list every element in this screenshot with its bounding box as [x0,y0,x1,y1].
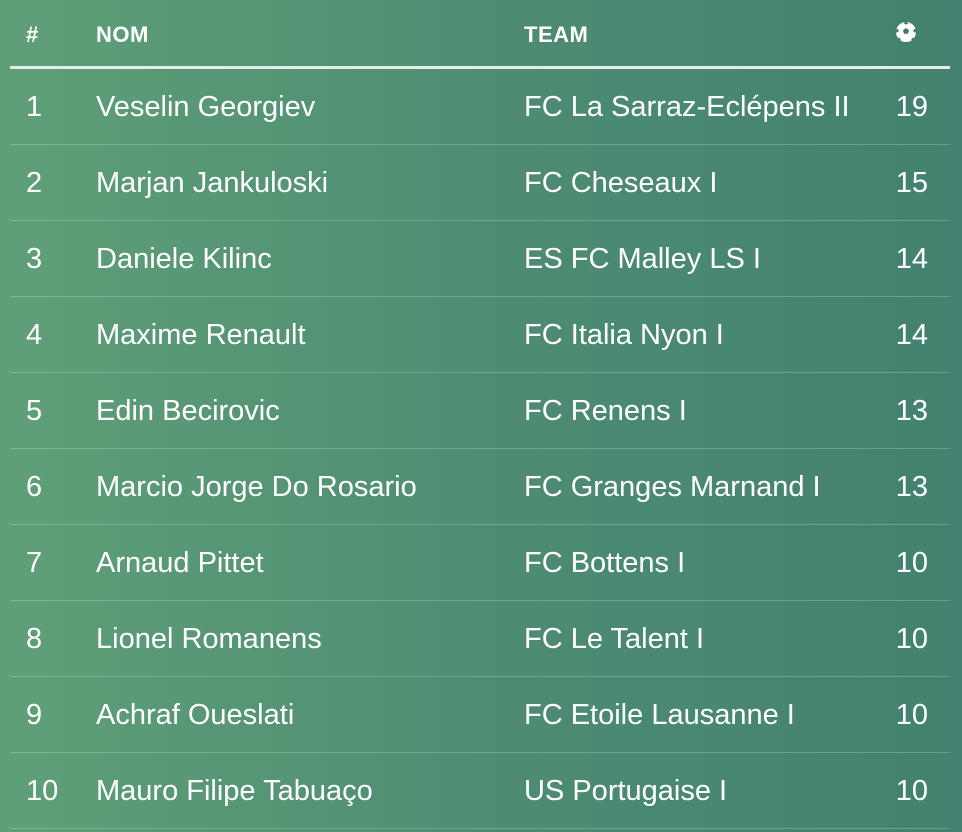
row-goals: 10 [895,623,928,655]
table-row: 9 Achraf Oueslati FC Etoile Lausanne I 10 [10,677,950,753]
row-player-name: Veselin Georgiev [96,91,316,123]
row-team: FC Renens I [524,395,687,427]
row-team: US Portugaise I [524,775,728,807]
row-rank: 10 [26,775,59,807]
row-rank: 5 [26,395,43,427]
row-player-name: Arnaud Pittet [96,547,264,579]
goals-column-header [894,20,918,50]
row-rank: 2 [26,167,43,199]
row-player-name: Marjan Jankuloski [96,167,329,199]
table-row: 6 Marcio Jorge Do Rosario FC Granges Marna… [10,449,950,525]
row-rank: 1 [26,91,43,123]
row-goals: 13 [895,471,928,503]
table-row: 4 Maxime Renault FC Italia Nyon I 14 [10,297,950,373]
row-goals: 19 [895,91,928,123]
row-team: FC Bottens I [524,547,686,579]
row-player-name: Achraf Oueslati [96,699,295,731]
row-player-name: Mauro Filipe Tabuaço [96,775,373,807]
scorers-table: # NOM TEAM 1 Veselin Georgiev FC La Sarraz… [10,0,950,829]
row-rank: 9 [26,699,43,731]
table-row: 3 Daniele Kilinc ES FC Malley LS I 14 [10,221,950,297]
row-player-name: Lionel Romanens [96,623,322,655]
table-row: 5 Edin Becirovic FC Renens I 13 [10,373,950,449]
table-row: 8 Lionel Romanens FC Le Talent I 10 [10,601,950,677]
row-player-name: Edin Becirovic [96,395,280,427]
row-rank: 4 [26,319,43,351]
table-row: 1 Veselin Georgiev FC La Sarraz-Eclépens I… [10,69,950,145]
row-rank: 6 [26,471,43,503]
row-team: FC Etoile Lausanne I [524,699,795,731]
row-goals: 10 [895,775,928,807]
row-goals: 10 [895,699,928,731]
table-header: # NOM TEAM [10,0,950,69]
table-row: 10 Mauro Filipe Tabuaço US Portugaise I 10 [10,753,950,829]
row-goals: 10 [895,547,928,579]
row-team: FC Granges Marnand I [524,471,821,503]
row-goals: 14 [895,319,928,351]
row-player-name: Marcio Jorge Do Rosario [96,471,417,503]
row-team: FC La Sarraz-Eclépens II [524,91,850,123]
row-team: FC Le Talent I [524,623,705,655]
name-column-header: NOM [96,22,149,47]
row-goals: 14 [895,243,928,275]
row-goals: 15 [895,167,928,199]
table-row: 7 Arnaud Pittet FC Bottens I 10 [10,525,950,601]
row-rank: 7 [26,547,43,579]
row-player-name: Maxime Renault [96,319,306,351]
row-team: FC Cheseaux I [524,167,718,199]
row-rank: 8 [26,623,43,655]
team-column-header: TEAM [524,22,589,47]
row-rank: 3 [26,243,43,275]
row-goals: 13 [895,395,928,427]
table-row: 2 Marjan Jankuloski FC Cheseaux I 15 [10,145,950,221]
soccer-ball-icon [895,21,917,43]
rank-column-header: # [26,22,39,47]
row-team: ES FC Malley LS I [524,243,761,275]
row-player-name: Daniele Kilinc [96,243,272,275]
row-team: FC Italia Nyon I [524,319,724,351]
